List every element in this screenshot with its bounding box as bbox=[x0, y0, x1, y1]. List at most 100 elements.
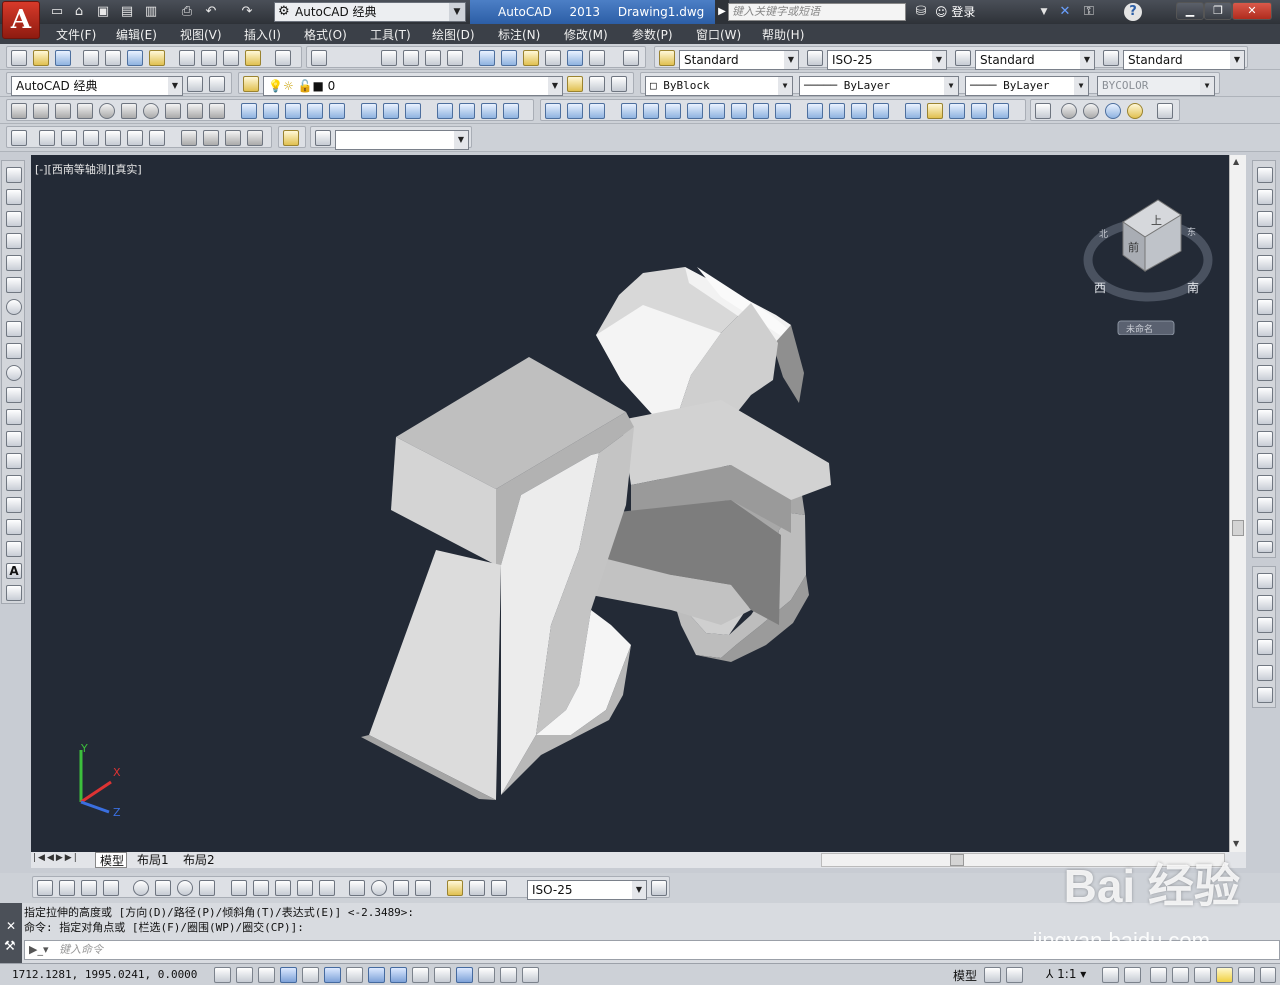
revolve-icon[interactable] bbox=[307, 103, 323, 119]
workspace-toolbar-combo[interactable]: AutoCAD 经典 ▼ bbox=[11, 76, 183, 96]
cone-icon[interactable] bbox=[77, 103, 93, 119]
sw-iso-icon[interactable] bbox=[181, 130, 197, 146]
new-file-icon[interactable]: ▭ bbox=[48, 3, 66, 21]
rotate-faces-icon[interactable] bbox=[709, 103, 725, 119]
status-menu-icon[interactable] bbox=[1238, 967, 1255, 983]
continue-dim-icon[interactable] bbox=[275, 880, 291, 896]
intersect-icon[interactable] bbox=[405, 103, 421, 119]
ordinate-dim-icon[interactable] bbox=[103, 880, 119, 896]
check-icon[interactable] bbox=[949, 103, 965, 119]
left-view-icon[interactable] bbox=[83, 130, 99, 146]
rotate-icon[interactable] bbox=[1257, 299, 1273, 315]
color-faces-icon[interactable] bbox=[775, 103, 791, 119]
menu-view[interactable]: 视图(V) bbox=[180, 26, 222, 43]
chamfer-icon[interactable] bbox=[1257, 475, 1273, 491]
camera-icon[interactable] bbox=[283, 130, 299, 146]
dim-style-toolbar-combo[interactable]: ISO-25 ▼ bbox=[527, 880, 647, 900]
taper-faces-icon[interactable] bbox=[731, 103, 747, 119]
save-icon[interactable] bbox=[55, 50, 71, 66]
publish-icon[interactable] bbox=[127, 50, 143, 66]
3d-object-snap-icon[interactable] bbox=[346, 967, 363, 983]
join-icon[interactable] bbox=[1257, 453, 1273, 469]
baseline-dim-icon[interactable] bbox=[253, 880, 269, 896]
layer-properties-icon[interactable] bbox=[243, 76, 259, 92]
ortho-mode-icon[interactable] bbox=[280, 967, 297, 983]
3d-dwf-icon[interactable] bbox=[149, 50, 165, 66]
menu-help[interactable]: 帮助(H) bbox=[762, 26, 804, 43]
ellipse-arc-icon[interactable] bbox=[6, 387, 22, 403]
box-icon[interactable] bbox=[33, 103, 49, 119]
inspection-icon[interactable] bbox=[393, 880, 409, 896]
undo-icon[interactable] bbox=[275, 50, 291, 66]
make-current-layer-icon[interactable] bbox=[567, 76, 583, 92]
help-icon[interactable]: ? bbox=[1124, 3, 1142, 21]
menu-tools[interactable]: 工具(T) bbox=[370, 26, 411, 43]
table-style-combo[interactable]: Standard ▼ bbox=[975, 50, 1095, 70]
mleader-style-combo[interactable]: Standard ▼ bbox=[1123, 50, 1245, 70]
extrude-faces-icon[interactable] bbox=[621, 103, 637, 119]
dim-space-icon[interactable] bbox=[297, 880, 313, 896]
save-as-icon[interactable]: ▤ bbox=[118, 3, 136, 21]
radius-dim-icon[interactable] bbox=[133, 880, 149, 896]
copy-icon[interactable] bbox=[201, 50, 217, 66]
3d-align-icon[interactable] bbox=[481, 103, 497, 119]
exchange-icon[interactable]: ✕ bbox=[1056, 3, 1074, 21]
workspace-settings-icon[interactable] bbox=[187, 76, 203, 92]
toolbar-lock-icon[interactable] bbox=[1172, 967, 1189, 983]
dynamic-ucs-icon[interactable] bbox=[390, 967, 407, 983]
text-to-front-icon[interactable] bbox=[1257, 665, 1273, 681]
customize-icon[interactable] bbox=[209, 76, 225, 92]
menu-draw[interactable]: 绘图(D) bbox=[432, 26, 475, 43]
right-view-icon[interactable] bbox=[105, 130, 121, 146]
copy-edges-icon[interactable] bbox=[807, 103, 823, 119]
dim-style-manager-icon[interactable] bbox=[651, 880, 667, 896]
back-view-icon[interactable] bbox=[149, 130, 165, 146]
lineweight-icon[interactable] bbox=[434, 967, 451, 983]
front-view-icon[interactable] bbox=[127, 130, 143, 146]
grid-display-icon[interactable] bbox=[258, 967, 275, 983]
pyramid-icon[interactable] bbox=[165, 103, 181, 119]
object-snap-icon[interactable] bbox=[324, 967, 341, 983]
dim-style-combo[interactable]: ISO-25 ▼ bbox=[827, 50, 947, 70]
move-faces-icon[interactable] bbox=[643, 103, 659, 119]
separate-icon[interactable] bbox=[905, 103, 921, 119]
tolerance-icon[interactable] bbox=[349, 880, 365, 896]
center-mark-icon[interactable] bbox=[371, 880, 387, 896]
planar-surface-icon[interactable] bbox=[209, 103, 225, 119]
ucs-combo[interactable]: ▼ bbox=[335, 130, 469, 150]
break-icon[interactable] bbox=[1257, 431, 1273, 447]
tab-layout1[interactable]: 布局1 bbox=[135, 852, 175, 868]
extrude-icon[interactable] bbox=[241, 103, 257, 119]
polyline-icon[interactable] bbox=[6, 211, 22, 227]
calculator-icon[interactable] bbox=[589, 50, 605, 66]
intersect-edit-icon[interactable] bbox=[589, 103, 605, 119]
menu-edit[interactable]: 编辑(E) bbox=[116, 26, 157, 43]
dim-edit-icon[interactable] bbox=[447, 880, 463, 896]
hatch-to-back-icon[interactable] bbox=[1257, 687, 1273, 703]
dim-style-icon[interactable] bbox=[807, 50, 823, 66]
annotation-scale[interactable]: ⅄ 1:1 ▾ bbox=[1046, 967, 1086, 981]
tab-navigation-arrows[interactable]: |◀◀▶▶| bbox=[33, 853, 79, 863]
dim-break-icon[interactable] bbox=[319, 880, 335, 896]
cut-icon[interactable] bbox=[179, 50, 195, 66]
trim-icon[interactable] bbox=[1257, 365, 1273, 381]
match-properties-icon[interactable] bbox=[245, 50, 261, 66]
shell-icon[interactable] bbox=[927, 103, 943, 119]
chevron-down-icon[interactable]: ▼ bbox=[1038, 3, 1050, 21]
workspace-combo[interactable]: ⚙ AutoCAD 经典 ▼ bbox=[274, 2, 466, 22]
copy-object-icon[interactable] bbox=[1257, 189, 1273, 205]
menu-file[interactable]: 文件(F) bbox=[56, 26, 96, 43]
region-icon[interactable] bbox=[6, 519, 22, 535]
paste-icon[interactable] bbox=[223, 50, 239, 66]
diameter-dim-icon[interactable] bbox=[177, 880, 193, 896]
zoom-previous-icon[interactable] bbox=[447, 50, 463, 66]
erase-icon[interactable] bbox=[1257, 167, 1273, 183]
open-file-icon[interactable]: ⌂ bbox=[70, 3, 88, 21]
cylinder-icon[interactable] bbox=[121, 103, 137, 119]
gradient-icon[interactable] bbox=[6, 497, 22, 513]
slice-icon[interactable] bbox=[971, 103, 987, 119]
helix-icon[interactable] bbox=[187, 103, 203, 119]
sweep-icon[interactable] bbox=[285, 103, 301, 119]
zoom-window-icon[interactable] bbox=[425, 50, 441, 66]
bring-above-icon[interactable] bbox=[1257, 617, 1273, 633]
